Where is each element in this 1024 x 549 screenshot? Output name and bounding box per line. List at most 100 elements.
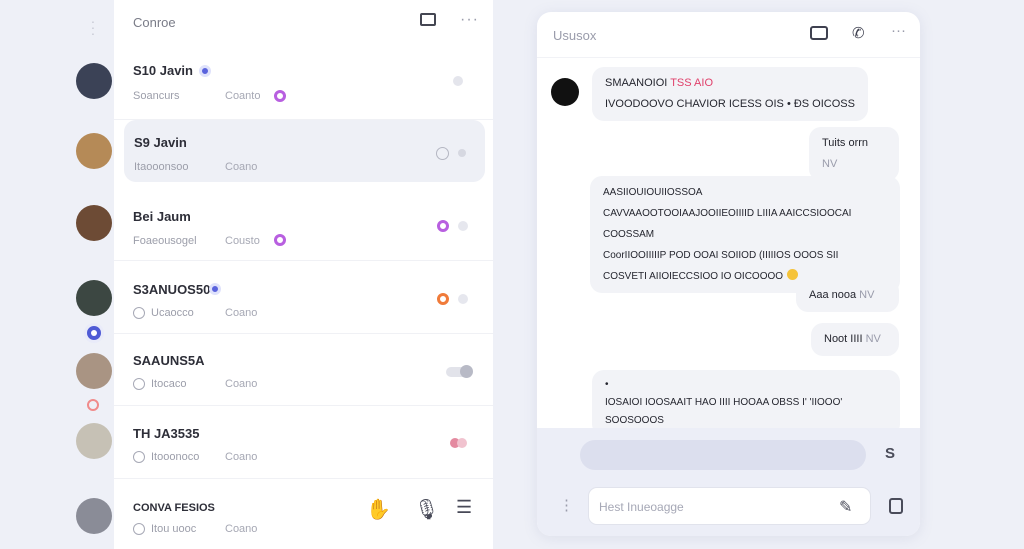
chat-panel: Ususox ✆ ··· SMAANOIOI TSS AIO IVOODOOVO… xyxy=(537,12,920,536)
contact-name: TH JA3535 xyxy=(133,426,200,441)
avatar[interactable] xyxy=(76,63,112,99)
message-text: Noot IIII xyxy=(824,333,863,345)
last-message: Ucaocco xyxy=(151,307,194,319)
read-icon xyxy=(458,221,468,231)
message-text: Tuits orrn xyxy=(822,137,869,149)
chat-title: Ususox xyxy=(553,28,597,43)
message-input-box[interactable]: ✎ xyxy=(588,487,871,525)
attach-icon[interactable] xyxy=(889,498,903,514)
video-call-icon[interactable] xyxy=(810,26,828,40)
contact-name: CONVA FESIOS xyxy=(133,502,215,514)
avatar-rail: · · · xyxy=(0,0,112,549)
rail-more-icon[interactable]: · · · xyxy=(89,14,97,40)
read-icon xyxy=(457,438,467,448)
message-bubble[interactable]: • IOSAIOI IOOSAAIT HAO IIII HOOAA OBSS I… xyxy=(592,370,900,436)
verified-icon xyxy=(199,65,211,77)
status-text: Coano xyxy=(225,378,258,390)
last-message: Itaooonsoo xyxy=(134,161,189,173)
quick-reply-bar[interactable] xyxy=(580,440,866,470)
conversation-list: Conroe ··· S10 Javin Soancurs Coanto S9 … xyxy=(114,0,493,549)
pencil-icon[interactable]: ✎ xyxy=(839,497,852,517)
compose-icon[interactable] xyxy=(420,13,436,26)
alert-icon xyxy=(87,399,99,411)
avatar[interactable] xyxy=(76,133,112,169)
message-bubble[interactable]: Aaa nooa NV xyxy=(796,279,899,312)
status-text: Cousto xyxy=(225,235,260,247)
avatar[interactable] xyxy=(76,423,112,459)
message-sender-tag: TSS AIO xyxy=(670,77,713,89)
status-dot-icon xyxy=(274,90,286,102)
message-time: NV xyxy=(859,289,875,301)
read-icon xyxy=(458,294,468,304)
message-time: NV xyxy=(865,333,881,345)
online-badge-icon xyxy=(84,323,104,343)
message-bubble[interactable]: Noot IIII NV xyxy=(811,323,899,356)
status-text: Coano xyxy=(225,161,258,173)
message-text: COSVETI AIIOIECCSIOO IO OICOOOO xyxy=(603,271,784,282)
avatar[interactable] xyxy=(76,205,112,241)
status-text: Coano xyxy=(225,523,258,535)
clock-icon xyxy=(133,523,145,535)
message-time: NV xyxy=(822,158,838,170)
clock-icon xyxy=(133,307,145,319)
message-text: CoorIIOOIIIIIP POD OOAI SOIIOD (IIIIIOS … xyxy=(603,250,839,261)
clock-icon xyxy=(133,451,145,463)
contact-name: S9 Javin xyxy=(134,135,187,150)
last-message: Soancurs xyxy=(133,90,180,102)
message-text: IOSAIOI IOOSAAIT HAO IIII HOOAA OBSS I' … xyxy=(605,397,843,426)
message-bubble[interactable]: Tuits orrn NV xyxy=(809,127,899,181)
drag-handle-icon[interactable]: ⋮ xyxy=(559,496,574,514)
last-message: Itocaco xyxy=(151,378,187,390)
status-dot-icon xyxy=(274,234,286,246)
message-text: Aaa nooa xyxy=(809,289,857,301)
message-text: • xyxy=(605,379,609,390)
message-text: CAVVAAOOTOOIAAJOOIIEOIIIID LIIIA AAICCSI… xyxy=(603,208,852,240)
contact-name: S3ANUOS50 xyxy=(133,282,211,297)
unread-icon xyxy=(437,293,449,305)
contact-name: S10 Javin xyxy=(133,63,193,78)
clock-icon xyxy=(133,378,145,390)
read-icon xyxy=(458,149,466,157)
contact-name: Bei Jaum xyxy=(133,209,191,224)
smile-emoji-icon xyxy=(787,269,799,280)
chat-header: Ususox ✆ ··· xyxy=(537,12,920,58)
last-message: Itou uooc xyxy=(151,523,197,535)
filter-icon[interactable]: ☰ xyxy=(456,497,472,518)
sticker-icon[interactable]: S xyxy=(885,445,895,462)
contact-name: SAAUNS5A xyxy=(133,353,205,368)
status-text: Coano xyxy=(225,451,258,463)
list-item[interactable]: S3ANUOS50 Ucaocco Coano xyxy=(114,262,493,334)
message-sender: SMAANOIOI xyxy=(605,77,668,89)
last-message: Itooonoco xyxy=(151,451,200,463)
message-text: IVOODOOVO CHAVIOR ICESS OIS • ÐS OICOSS xyxy=(605,98,855,110)
list-item-active[interactable]: S9 Javin Itaooonsoo Coano xyxy=(124,120,485,182)
hand-icon[interactable]: ✋ xyxy=(366,497,391,522)
phone-icon[interactable]: ✆ xyxy=(852,24,865,42)
mic-icon[interactable]: 🎙 xyxy=(414,497,439,522)
list-item[interactable]: SAAUNS5A Itocaco Coano xyxy=(114,334,493,406)
list-item[interactable]: S10 Javin Soancurs Coanto xyxy=(114,48,493,120)
status-text: Coano xyxy=(225,307,258,319)
list-item[interactable]: Bei Jaum Foaeousogel Cousto xyxy=(114,189,493,261)
avatar[interactable] xyxy=(76,353,112,389)
avatar[interactable] xyxy=(76,280,112,316)
more-icon[interactable]: ··· xyxy=(460,11,479,29)
list-header: Conroe ··· xyxy=(114,0,493,44)
avatar[interactable] xyxy=(551,78,579,106)
verified-icon xyxy=(209,283,221,295)
message-bubble[interactable]: AASIIOUIOUIIOSSOA CAVVAAOOTOOIAAJOOIIEOI… xyxy=(590,176,900,293)
read-icon xyxy=(453,76,463,86)
list-item[interactable]: TH JA3535 Itooonoco Coano xyxy=(114,407,493,479)
more-icon[interactable]: ··· xyxy=(891,22,906,39)
message-input[interactable] xyxy=(599,497,829,517)
status-text: Coanto xyxy=(225,90,261,102)
unread-icon xyxy=(437,220,449,232)
message-bubble[interactable]: SMAANOIOI TSS AIO IVOODOOVO CHAVIOR ICES… xyxy=(592,67,868,121)
avatar[interactable] xyxy=(76,498,112,534)
composer: S ⋮ ✎ xyxy=(537,428,920,536)
pin-icon[interactable] xyxy=(436,147,449,160)
last-message: Foaeousogel xyxy=(133,235,197,247)
list-title: Conroe xyxy=(133,15,176,30)
message-text: AASIIOUIOUIIOSSOA xyxy=(603,187,703,198)
mute-toggle[interactable] xyxy=(446,365,473,378)
